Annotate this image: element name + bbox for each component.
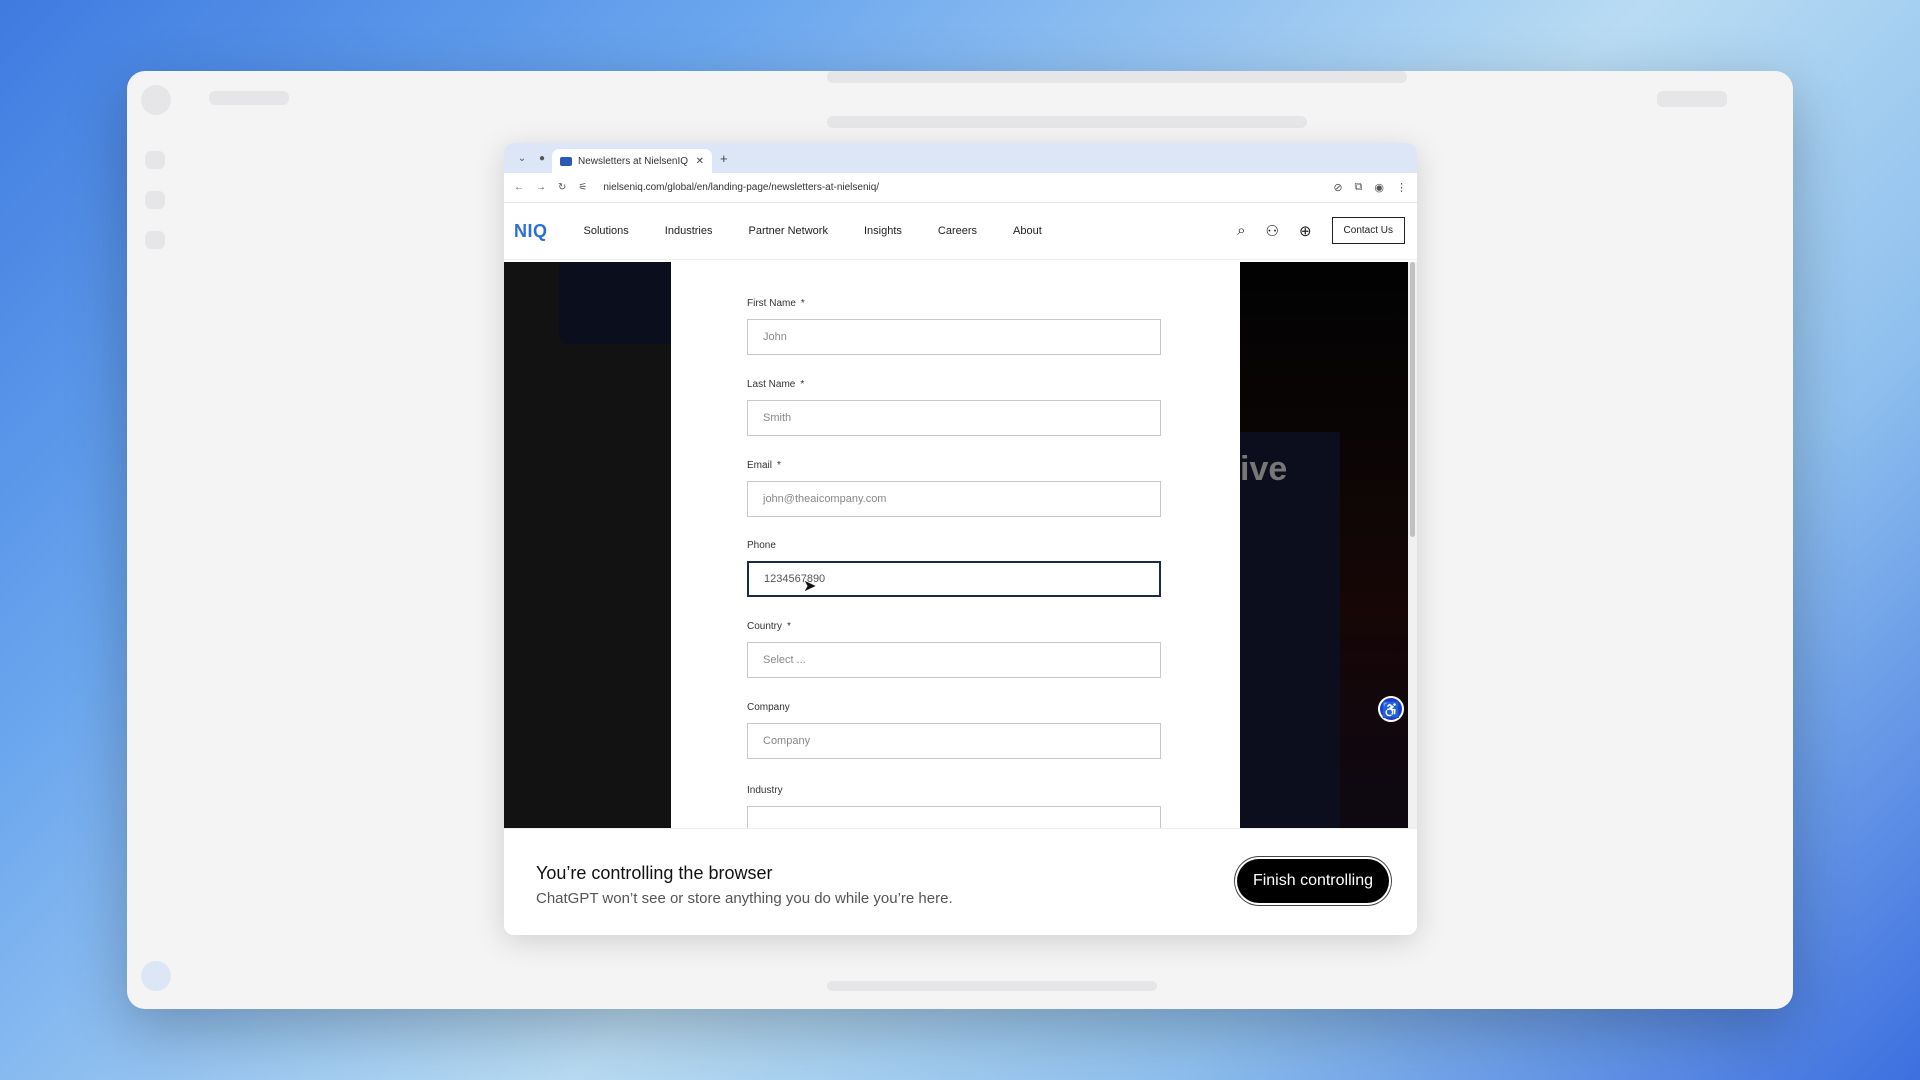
finish-controlling-button[interactable]: Finish controlling bbox=[1236, 859, 1389, 903]
industry-group: Industry bbox=[747, 785, 1161, 828]
contact-us-button[interactable]: Contact Us bbox=[1331, 217, 1405, 244]
last-name-input[interactable]: Smith bbox=[747, 400, 1161, 436]
forward-arrow-icon[interactable]: → bbox=[536, 182, 546, 193]
site-settings-icon[interactable]: ⚟ bbox=[578, 182, 587, 193]
nav-industries[interactable]: Industries bbox=[665, 225, 713, 237]
extensions-icon[interactable]: ⧉ bbox=[1355, 181, 1363, 194]
first-name-label: First Name * bbox=[747, 298, 805, 309]
globe-icon[interactable]: ⊕ bbox=[1299, 222, 1312, 240]
close-tab-icon[interactable]: ✕ bbox=[696, 156, 704, 167]
control-banner: You’re controlling the browser ChatGPT w… bbox=[504, 828, 1417, 935]
country-select[interactable]: Select ... bbox=[747, 642, 1161, 678]
company-label: Company bbox=[747, 702, 790, 713]
dark-left-panel bbox=[504, 262, 671, 828]
ghost-side-1 bbox=[145, 151, 165, 169]
last-name-label: Last Name * bbox=[747, 379, 805, 390]
ghost-avatar bbox=[141, 85, 171, 115]
tab-title: Newsletters at NielsenIQ - N bbox=[578, 155, 690, 167]
nav-solutions[interactable]: Solutions bbox=[584, 225, 629, 237]
hero-heading-fragment: ive bbox=[1240, 450, 1288, 488]
url-field[interactable]: nielseniq.com/global/en/landing-page/new… bbox=[599, 182, 1321, 193]
embedded-browser: ⌄ ● Newsletters at NielsenIQ - N ✕ + ← →… bbox=[504, 143, 1417, 935]
accessibility-icon[interactable]: ♿ bbox=[1378, 696, 1404, 722]
control-banner-subtitle: ChatGPT won’t see or store anything you … bbox=[536, 890, 953, 907]
ghost-bottom-line bbox=[827, 981, 1157, 991]
dark-right-panel: ive bbox=[1240, 262, 1408, 828]
dark-card bbox=[559, 262, 671, 344]
country-group: Country * Select ... bbox=[747, 621, 1161, 678]
eye-off-icon[interactable]: ⊘ bbox=[1333, 181, 1342, 194]
niq-logo[interactable]: NIQ bbox=[514, 221, 548, 242]
new-tab-plus-icon[interactable]: + bbox=[720, 151, 728, 166]
company-group: Company Company bbox=[747, 702, 1161, 759]
phone-group: Phone 1234567890 ➤ bbox=[747, 540, 1161, 597]
first-name-group: First Name * John bbox=[747, 298, 1161, 355]
industry-label: Industry bbox=[747, 785, 783, 796]
search-icon[interactable]: ⌕ bbox=[1237, 222, 1245, 239]
ghost-bottom-avatar bbox=[141, 961, 171, 991]
tab-list-chevron-icon[interactable]: ⌄ bbox=[512, 153, 532, 164]
ghost-line-1 bbox=[827, 71, 1407, 83]
ghost-title bbox=[209, 91, 289, 105]
email-input[interactable]: john@theaicompany.com bbox=[747, 481, 1161, 517]
control-banner-title: You’re controlling the browser bbox=[536, 863, 773, 883]
nav-careers[interactable]: Careers bbox=[938, 225, 977, 237]
nav-actions: ⌕ ⚇ ⊕ Contact Us bbox=[1237, 217, 1405, 244]
industry-select[interactable] bbox=[747, 806, 1161, 828]
nav-insights[interactable]: Insights bbox=[864, 225, 902, 237]
last-name-group: Last Name * Smith bbox=[747, 379, 1161, 436]
phone-label: Phone bbox=[747, 540, 776, 551]
email-label: Email * bbox=[747, 460, 781, 471]
site-nav: NIQ Solutions Industries Partner Network… bbox=[504, 203, 1417, 260]
tab-strip: ⌄ ● Newsletters at NielsenIQ - N ✕ + bbox=[504, 143, 1417, 173]
ghost-line-2 bbox=[827, 116, 1307, 128]
back-arrow-icon[interactable]: ← bbox=[514, 182, 524, 193]
ghost-side-3 bbox=[145, 231, 165, 249]
address-bar: ← → ↻ ⚟ nielseniq.com/global/en/landing-… bbox=[504, 173, 1417, 203]
user-icon[interactable]: ⚇ bbox=[1266, 222, 1279, 240]
email-group: Email * john@theaicompany.com bbox=[747, 460, 1161, 517]
page-scrollbar[interactable] bbox=[1408, 262, 1417, 828]
browser-tab[interactable]: Newsletters at NielsenIQ - N ✕ bbox=[552, 149, 712, 173]
page-content: ive ♿ First Name * John Last Name * Smith … bbox=[504, 262, 1408, 828]
reload-icon[interactable]: ↻ bbox=[558, 182, 566, 193]
nav-about[interactable]: About bbox=[1013, 225, 1042, 237]
dark-inner-panel bbox=[1240, 432, 1340, 828]
menu-kebab-icon[interactable]: ⋮ bbox=[1396, 181, 1407, 194]
profile-icon[interactable]: ◉ bbox=[1374, 181, 1384, 194]
ghost-side-2 bbox=[145, 191, 165, 209]
site-favicon-icon bbox=[560, 156, 572, 166]
nav-partner-network[interactable]: Partner Network bbox=[748, 225, 827, 237]
ghost-top-right bbox=[1657, 91, 1727, 107]
first-name-input[interactable]: John bbox=[747, 319, 1161, 355]
country-label: Country * bbox=[747, 621, 791, 632]
tab-group-dot-icon[interactable]: ● bbox=[532, 153, 552, 164]
mouse-pointer-icon: ➤ bbox=[803, 578, 817, 595]
scrollbar-thumb[interactable] bbox=[1410, 262, 1415, 537]
company-input[interactable]: Company bbox=[747, 723, 1161, 759]
